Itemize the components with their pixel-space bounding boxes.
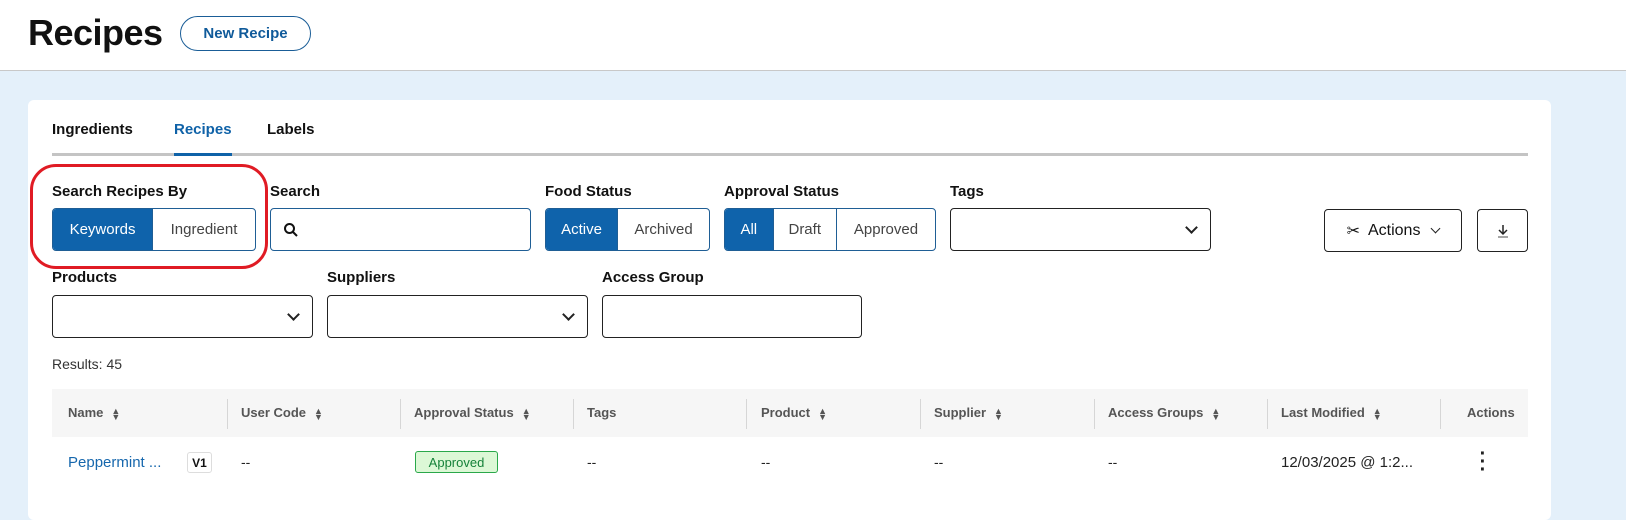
approval-status-toggle: All Draft Approved — [724, 208, 936, 251]
actions-button[interactable]: ✂ Actions — [1324, 209, 1462, 252]
approval-all[interactable]: All — [725, 209, 773, 250]
search-by-toggle: Keywords Ingredient — [52, 208, 256, 251]
access-group-label: Access Group — [602, 269, 704, 286]
column-divider — [1267, 399, 1268, 429]
user-code-cell: -- — [241, 454, 251, 470]
last-modified-cell: 12/03/2025 @ 1:2... — [1281, 454, 1413, 471]
column-divider — [227, 399, 228, 429]
new-recipe-button[interactable]: New Recipe — [180, 16, 311, 51]
sort-icon: ▲ ▼ — [818, 405, 828, 422]
suppliers-select[interactable] — [327, 295, 588, 338]
access-group-input[interactable] — [602, 295, 862, 338]
col-tags: Tags — [587, 405, 617, 420]
chevron-down-icon — [562, 308, 575, 321]
products-label: Products — [52, 269, 118, 286]
column-divider — [1094, 399, 1095, 429]
sort-icon: ▲ ▼ — [1211, 405, 1221, 422]
search-input[interactable] — [270, 208, 531, 251]
chevron-down-icon — [287, 308, 300, 321]
access-groups-cell: -- — [1108, 454, 1118, 470]
search-icon — [284, 223, 298, 237]
tags-cell: -- — [587, 454, 597, 470]
recipe-name-link[interactable]: Peppermint ... — [68, 454, 161, 471]
col-approval-status[interactable]: Approval Status ▲ ▼ — [414, 405, 531, 422]
column-divider — [400, 399, 401, 429]
sort-icon: ▲ ▼ — [1372, 405, 1382, 422]
product-cell: -- — [761, 454, 771, 470]
status-badge: Approved — [415, 451, 498, 473]
food-status-toggle: Active Archived — [545, 208, 710, 251]
column-divider — [1440, 399, 1441, 429]
download-icon — [1497, 224, 1508, 238]
suppliers-label: Suppliers — [327, 269, 396, 286]
page-title: Recipes — [28, 12, 163, 53]
tags-label: Tags — [950, 183, 984, 200]
approval-approved[interactable]: Approved — [835, 209, 935, 250]
search-label: Search — [270, 183, 321, 200]
col-product[interactable]: Product ▲ ▼ — [761, 405, 828, 422]
approval-status-label: Approval Status — [724, 183, 840, 200]
col-last-modified[interactable]: Last Modified ▲ ▼ — [1281, 405, 1382, 422]
food-status-active[interactable]: Active — [546, 209, 618, 250]
sort-icon: ▲ ▼ — [994, 405, 1003, 422]
page-header: Recipes New Recipe — [0, 0, 1626, 71]
actions-label: Actions — [1367, 221, 1421, 239]
col-actions: Actions — [1467, 405, 1515, 420]
products-select[interactable] — [52, 295, 313, 338]
tab-recipes[interactable]: Recipes — [174, 121, 232, 138]
chevron-down-icon — [1185, 221, 1198, 234]
search-by-ingredient[interactable]: Ingredient — [152, 209, 255, 250]
food-status-label: Food Status — [545, 183, 632, 200]
tags-select[interactable] — [950, 208, 1211, 251]
col-user-code[interactable]: User Code ▲ ▼ — [241, 405, 323, 422]
sort-icon: ▲ ▼ — [111, 405, 121, 422]
col-access-groups[interactable]: Access Groups ▲ ▼ — [1108, 405, 1221, 422]
tab-ingredients[interactable]: Ingredients — [52, 121, 133, 138]
tab-divider — [52, 153, 1528, 156]
sort-icon: ▲ ▼ — [521, 405, 531, 422]
column-divider — [573, 399, 574, 429]
column-divider — [746, 399, 747, 429]
tab-labels[interactable]: Labels — [267, 121, 315, 138]
col-supplier[interactable]: Supplier ▲ ▼ — [934, 405, 1003, 422]
supplier-cell: -- — [934, 454, 944, 470]
chevron-down-icon — [1430, 223, 1441, 234]
search-by-keywords[interactable]: Keywords — [53, 209, 153, 250]
download-button[interactable] — [1477, 209, 1528, 252]
results-count: Results: 45 — [52, 356, 123, 372]
version-badge: V1 — [187, 452, 212, 473]
column-divider — [920, 399, 921, 429]
sort-icon: ▲ ▼ — [314, 405, 323, 422]
approval-draft[interactable]: Draft — [772, 209, 836, 250]
kebab-menu-icon[interactable]: · · · — [1476, 444, 1490, 480]
col-name[interactable]: Name ▲ ▼ — [68, 405, 121, 422]
search-by-label: Search Recipes By — [52, 183, 188, 200]
tab-active-indicator — [174, 153, 232, 156]
tools-icon: ✂ — [1346, 222, 1360, 240]
food-status-archived[interactable]: Archived — [617, 209, 709, 250]
